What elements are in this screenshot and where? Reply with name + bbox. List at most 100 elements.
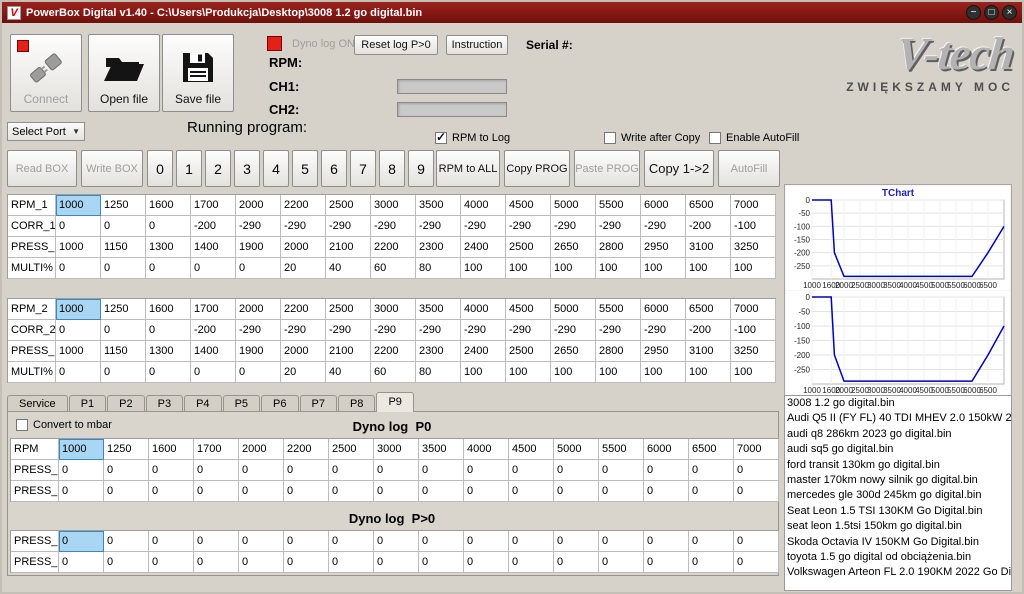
table-cell[interactable]: 0 (509, 481, 554, 502)
table-cell[interactable]: 1600 (146, 195, 191, 216)
table-cell[interactable]: 100 (641, 258, 686, 279)
close-button[interactable]: × (1002, 5, 1017, 20)
table-cell[interactable]: 0 (464, 552, 509, 573)
table-cell[interactable]: 0 (101, 362, 146, 383)
table-cell[interactable]: 0 (146, 258, 191, 279)
table-cell[interactable]: 0 (419, 552, 464, 573)
table-cell[interactable]: 0 (56, 362, 101, 383)
table-cell[interactable]: 100 (551, 258, 596, 279)
table-cell[interactable]: 0 (56, 320, 101, 341)
table-cell[interactable]: 0 (146, 216, 191, 237)
table-cell[interactable]: 20 (281, 362, 326, 383)
table-cell[interactable]: 0 (194, 460, 239, 481)
table-cell[interactable]: 0 (644, 552, 689, 573)
table-cell[interactable]: 3500 (419, 439, 464, 460)
connect-button[interactable]: Connect (10, 34, 82, 112)
table-cell[interactable]: 2300 (416, 341, 461, 362)
table-cell[interactable]: 0 (599, 460, 644, 481)
table-cell[interactable]: 0 (554, 531, 599, 552)
digit-button-5[interactable]: 5 (292, 150, 318, 187)
table-cell[interactable]: 0 (236, 258, 281, 279)
copy-1-to-2-button[interactable]: Copy 1->2 (644, 150, 714, 187)
table-cell[interactable]: 0 (599, 481, 644, 502)
table-cell[interactable]: 0 (554, 481, 599, 502)
table-cell[interactable]: -290 (371, 320, 416, 341)
table-cell[interactable]: 7000 (731, 195, 776, 216)
file-list-item[interactable]: Audi Q5 II (FY FL) 40 TDI MHEV 2.0 150kW… (785, 411, 1011, 426)
tab-p7[interactable]: P7 (300, 395, 337, 412)
table-cell[interactable]: 80 (416, 258, 461, 279)
table-cell[interactable]: 2200 (371, 237, 416, 258)
table-cell[interactable]: 5000 (551, 299, 596, 320)
table-cell[interactable]: -100 (731, 320, 776, 341)
table-cell[interactable]: 4500 (506, 299, 551, 320)
file-list-item[interactable]: toyota 1.5 go digital od obciążenia.bin (785, 550, 1011, 565)
table-cell[interactable]: 2300 (416, 237, 461, 258)
table-cell[interactable]: 1900 (236, 341, 281, 362)
table-cell[interactable]: 100 (686, 258, 731, 279)
tab-p8[interactable]: P8 (338, 395, 375, 412)
table-cell[interactable]: 0 (374, 552, 419, 573)
table-cell[interactable]: 0 (464, 460, 509, 481)
digit-button-2[interactable]: 2 (205, 150, 231, 187)
table-cell[interactable]: 1000 (56, 195, 101, 216)
table-cell[interactable]: 4500 (509, 439, 554, 460)
table-cell[interactable]: 1150 (101, 341, 146, 362)
table-cell[interactable]: 6000 (641, 299, 686, 320)
table-cell[interactable]: 5000 (554, 439, 599, 460)
table-cell[interactable]: 1700 (191, 195, 236, 216)
table-cell[interactable]: -290 (416, 216, 461, 237)
table-cell[interactable]: 6000 (641, 195, 686, 216)
table-cell[interactable]: 0 (284, 460, 329, 481)
table-cell[interactable]: 2650 (551, 237, 596, 258)
table-cell[interactable]: 100 (596, 258, 641, 279)
digit-button-4[interactable]: 4 (263, 150, 289, 187)
table-cell[interactable]: 1900 (236, 237, 281, 258)
file-list-item[interactable]: mercedes gle 300d 245km go digital.bin (785, 488, 1011, 503)
table-cell[interactable]: 1400 (191, 237, 236, 258)
instruction-button[interactable]: Instruction (446, 35, 508, 55)
rpm-to-all-button[interactable]: RPM to ALL (436, 150, 500, 187)
write-after-copy-checkbox[interactable]: Write after Copy (604, 132, 700, 144)
table-cell[interactable]: 0 (734, 552, 779, 573)
table-cell[interactable]: 0 (554, 460, 599, 481)
digit-button-8[interactable]: 8 (379, 150, 405, 187)
table-cell[interactable]: 0 (149, 552, 194, 573)
table-cell[interactable]: -290 (281, 216, 326, 237)
table-cell[interactable]: 0 (329, 552, 374, 573)
table-cell[interactable]: 0 (194, 552, 239, 573)
table-cell[interactable]: 1000 (59, 439, 104, 460)
table-cell[interactable]: 5500 (596, 299, 641, 320)
table-cell[interactable]: 0 (374, 531, 419, 552)
table-cell[interactable]: 0 (509, 531, 554, 552)
table-cell[interactable]: -290 (596, 320, 641, 341)
table-cell[interactable]: 0 (464, 481, 509, 502)
table-cell[interactable]: -290 (461, 216, 506, 237)
table-cell[interactable]: 1300 (146, 237, 191, 258)
table-cell[interactable]: 0 (191, 258, 236, 279)
table-cell[interactable]: 2200 (281, 195, 326, 216)
file-list-item[interactable]: 3008 1.2 go digital.bin (785, 396, 1011, 411)
table-cell[interactable]: -290 (281, 320, 326, 341)
autofill-button[interactable]: AutoFill (718, 150, 780, 187)
table-cell[interactable]: 0 (689, 460, 734, 481)
table-cell[interactable]: 2500 (326, 299, 371, 320)
digit-button-1[interactable]: 1 (176, 150, 202, 187)
table-cell[interactable]: -290 (506, 216, 551, 237)
table-cell[interactable]: 100 (596, 362, 641, 383)
table-cell[interactable]: 100 (506, 362, 551, 383)
tab-service[interactable]: Service (7, 395, 68, 412)
table-cell[interactable]: 2000 (236, 299, 281, 320)
read-box-button[interactable]: Read BOX (7, 150, 77, 187)
table-cell[interactable]: 0 (194, 481, 239, 502)
table-cell[interactable]: 5000 (551, 195, 596, 216)
table-cell[interactable]: 2000 (236, 195, 281, 216)
select-port-dropdown[interactable]: Select Port ▼ (7, 122, 85, 141)
table-cell[interactable]: 6500 (689, 439, 734, 460)
table-cell[interactable]: 0 (464, 531, 509, 552)
table-cell[interactable]: 60 (371, 362, 416, 383)
table-cell[interactable]: 40 (326, 362, 371, 383)
table-cell[interactable]: 0 (59, 481, 104, 502)
table-cell[interactable]: 0 (104, 460, 149, 481)
table-cell[interactable]: 3500 (416, 195, 461, 216)
